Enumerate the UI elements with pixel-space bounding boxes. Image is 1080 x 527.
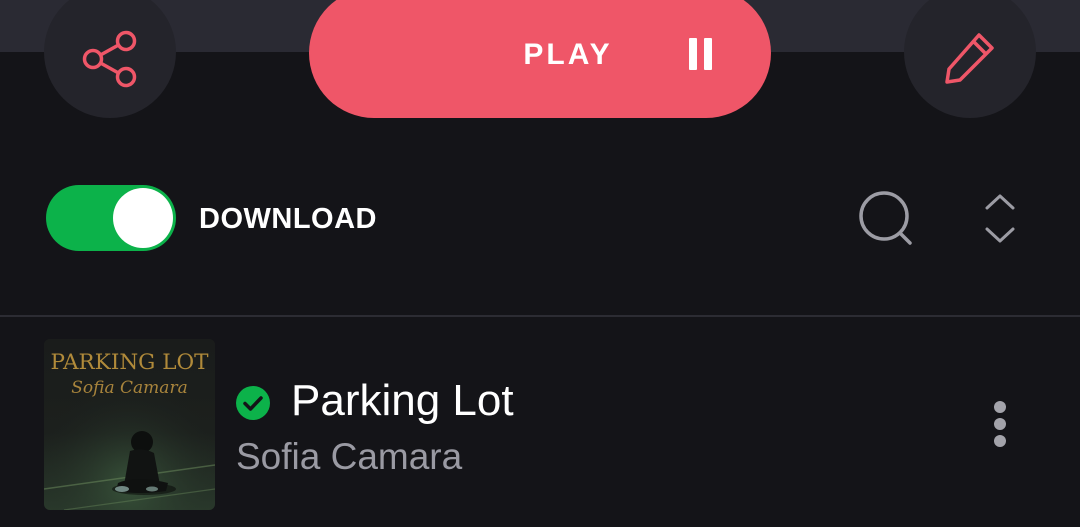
play-button[interactable]: PLAY [309, 0, 771, 118]
more-dot-icon [994, 401, 1006, 413]
more-options-button[interactable] [980, 399, 1020, 449]
share-icon [82, 30, 137, 88]
playlist-screen: PLAY DOWNLOAD PARKING LOT Sofia Camara P… [0, 0, 1080, 527]
album-art: PARKING LOT Sofia Camara [44, 339, 215, 510]
pencil-icon [945, 33, 994, 84]
sort-button[interactable] [976, 190, 1024, 248]
search-icon [859, 191, 912, 245]
more-dot-icon [994, 435, 1006, 447]
play-label: PLAY [523, 38, 613, 71]
track-row[interactable]: PARKING LOT Sofia Camara Parking Lot Sof… [0, 317, 1080, 527]
share-button[interactable] [44, 0, 176, 118]
download-toggle[interactable] [46, 185, 176, 251]
downloaded-check-icon [236, 386, 270, 420]
track-title: Parking Lot [291, 376, 514, 425]
sort-chevrons-icon [985, 194, 1015, 243]
track-artist: Sofia Camara [236, 436, 463, 477]
edit-button[interactable] [904, 0, 1036, 118]
download-label: DOWNLOAD [199, 203, 377, 235]
album-art-signature: Sofia Camara [71, 378, 187, 398]
album-art-title: PARKING LOT [51, 350, 209, 374]
more-dot-icon [994, 418, 1006, 430]
toggle-knob [113, 188, 173, 248]
search-button[interactable] [855, 187, 917, 249]
